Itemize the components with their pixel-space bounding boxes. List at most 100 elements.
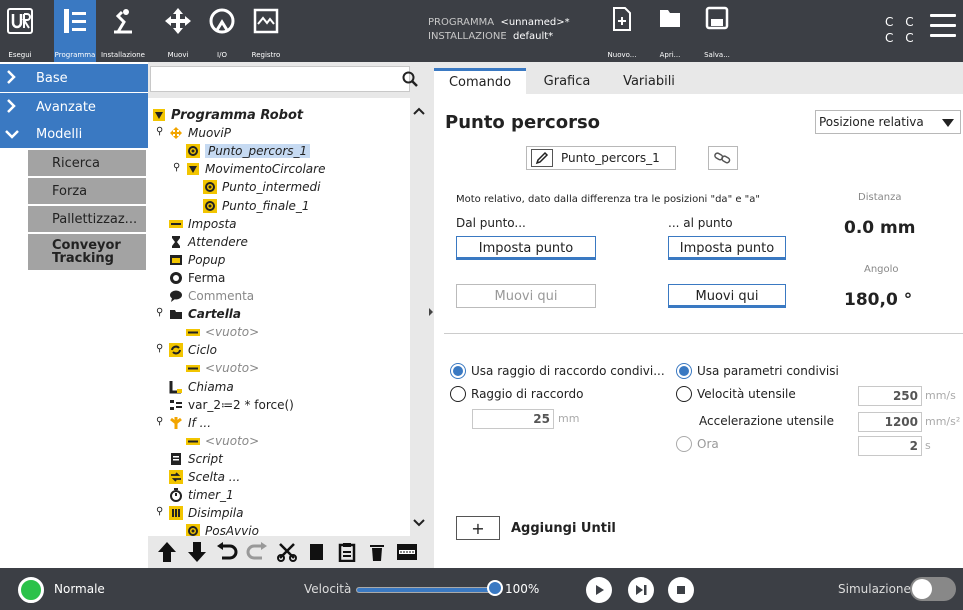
nav-item-ricerca[interactable]: Ricerca — [28, 150, 146, 176]
arrow-up-icon[interactable] — [154, 539, 180, 565]
tree-node[interactable]: Commenta — [169, 287, 254, 305]
move-tab-button[interactable]: Muovi — [158, 0, 198, 62]
add-until-button[interactable]: + — [456, 516, 500, 540]
expand-toggle-icon[interactable]: ⚲ — [156, 506, 163, 517]
shared-blend-radio[interactable]: Usa raggio di raccordo condivi... — [450, 363, 665, 379]
waypoint-icon — [203, 180, 217, 195]
blend-radius-radio[interactable]: Raggio di raccordo — [450, 386, 583, 402]
tree-node[interactable]: <vuoto> — [186, 432, 259, 450]
delete-icon[interactable] — [364, 539, 390, 565]
tree-node[interactable]: Script — [169, 450, 223, 468]
time-input[interactable]: 2 — [858, 436, 922, 456]
tree-scrollbar[interactable] — [410, 98, 428, 536]
tree-node[interactable]: ⚲ Disimpila — [156, 504, 244, 522]
program-tab-button[interactable]: Programma — [54, 0, 96, 62]
tree-node[interactable]: Chiama — [169, 378, 234, 396]
expand-toggle-icon[interactable]: ⚲ — [156, 343, 163, 354]
tree-node[interactable]: ⚲ Ciclo — [156, 341, 217, 359]
tree-node[interactable]: <vuoto> — [186, 323, 259, 341]
tree-node[interactable]: timer_1 — [169, 486, 234, 504]
tree-node[interactable]: Punto_finale_1 — [203, 197, 310, 215]
tab-variabili[interactable]: Variabili — [608, 68, 690, 94]
tree-node[interactable]: Programma Robot — [152, 106, 303, 124]
set-from-point-button[interactable]: Imposta punto — [456, 236, 596, 260]
tree-node[interactable]: Popup — [169, 251, 225, 269]
time-radio[interactable]: Ora — [676, 436, 719, 452]
radio-label: Velocità utensile — [697, 387, 796, 401]
speed-slider-handle[interactable] — [487, 580, 503, 596]
search-icon[interactable] — [402, 71, 418, 87]
tree-node[interactable]: ⚲ MovimentoCircolare — [173, 160, 325, 178]
edit-pencil-icon[interactable] — [531, 149, 553, 167]
tree-node[interactable]: Ferma — [169, 269, 225, 287]
robot-status-button[interactable] — [18, 577, 44, 603]
hamburger-menu-icon[interactable] — [930, 14, 956, 44]
tool-speed-radio[interactable]: Velocità utensile — [676, 386, 796, 402]
nav-item-pallettizzazione[interactable]: Pallettizzaz... — [28, 206, 146, 232]
tool-accel-input[interactable]: 1200 — [858, 412, 922, 432]
installation-tab-button[interactable]: Installazione — [98, 0, 148, 62]
suppress-icon[interactable] — [394, 539, 420, 565]
set-icon — [169, 217, 183, 231]
waypoint-name-field[interactable]: Punto_percors_1 — [526, 146, 676, 170]
expand-toggle-icon[interactable]: ⚲ — [156, 416, 163, 427]
new-program-button[interactable]: Nuovo... — [602, 0, 642, 62]
simulation-toggle[interactable] — [910, 577, 956, 601]
tree-node[interactable]: Punto_intermedi — [203, 178, 320, 196]
run-tab-label: Esegui — [8, 51, 32, 59]
tree-node[interactable]: <vuoto> — [186, 359, 259, 377]
shared-params-radio[interactable]: Usa parametri condivisi — [676, 363, 839, 379]
expand-toggle-icon[interactable]: ⚲ — [173, 162, 180, 173]
link-waypoint-button[interactable] — [708, 146, 738, 170]
speed-slider[interactable] — [356, 587, 494, 593]
nav-item-conveyor-tracking[interactable]: Conveyor Tracking — [28, 234, 146, 270]
cut-icon[interactable] — [274, 539, 300, 565]
radio-dot — [450, 363, 466, 379]
new-program-label: Nuovo... — [607, 51, 637, 59]
tree-node[interactable]: var_2≔2 * force() — [169, 396, 294, 414]
nav-section-base[interactable]: Base — [0, 64, 148, 92]
move-icon — [169, 126, 183, 140]
scroll-down-icon[interactable] — [410, 516, 428, 530]
run-tab-button[interactable]: Esegui — [0, 0, 40, 62]
save-program-button[interactable]: Salva... — [697, 0, 737, 62]
position-mode-select[interactable]: Posizione relativa — [815, 110, 961, 134]
tree-node[interactable]: PosAvvio — [186, 522, 259, 536]
move-here-from-button[interactable]: Muovi qui — [456, 284, 596, 308]
tree-node[interactable]: Attendere — [169, 233, 248, 251]
nav-section-modelli[interactable]: Modelli — [0, 120, 148, 148]
tool-speed-input[interactable]: 250 — [858, 386, 922, 406]
io-tab-button[interactable]: I/O — [202, 0, 242, 62]
expand-toggle-icon[interactable]: ⚲ — [156, 126, 163, 137]
tree-node[interactable]: Scelta ... — [169, 468, 240, 486]
tree-node[interactable]: Imposta — [169, 215, 237, 233]
scrollbar-thumb[interactable] — [413, 122, 425, 452]
blend-radius-input[interactable]: 25 — [472, 409, 554, 429]
log-tab-button[interactable]: Registro — [246, 0, 286, 62]
nav-item-forza[interactable]: Forza — [28, 178, 146, 204]
tool-accel-value: 1200 — [884, 415, 918, 429]
stop-button[interactable] — [668, 577, 694, 603]
tree-node[interactable]: ⚲ If ... — [156, 414, 211, 432]
nav-section-avanzate[interactable]: Avanzate — [0, 93, 148, 121]
tree-node[interactable]: ⚲ Cartella — [156, 305, 241, 323]
step-button[interactable] — [628, 577, 654, 603]
open-program-button[interactable]: Apri... — [650, 0, 690, 62]
expand-toggle-icon[interactable]: ⚲ — [156, 307, 163, 318]
tree-node[interactable]: Punto_percors_1 — [186, 142, 311, 160]
move-here-to-button[interactable]: Muovi qui — [668, 284, 786, 308]
play-button[interactable] — [586, 577, 612, 603]
tree-node-label: Popup — [188, 252, 226, 267]
redo-icon[interactable] — [244, 539, 270, 565]
tree-search-input[interactable] — [150, 66, 410, 92]
paste-icon[interactable] — [334, 539, 360, 565]
scroll-up-icon[interactable] — [410, 104, 428, 118]
arrow-down-icon[interactable] — [184, 539, 210, 565]
tree-node[interactable]: ⚲ MuoviP — [156, 124, 231, 142]
button-label: Muovi qui — [494, 288, 558, 304]
tab-comando[interactable]: Comando — [434, 68, 526, 94]
copy-icon[interactable] — [304, 539, 330, 565]
tab-grafica[interactable]: Grafica — [526, 68, 608, 94]
undo-icon[interactable] — [214, 539, 240, 565]
set-to-point-button[interactable]: Imposta punto — [668, 236, 786, 260]
